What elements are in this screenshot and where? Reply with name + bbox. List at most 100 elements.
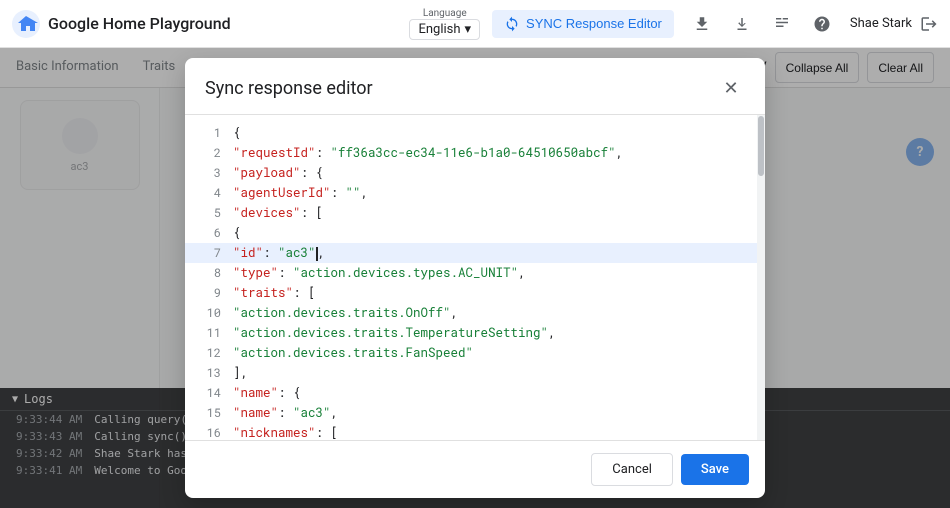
code-token: "agentUserId"	[233, 185, 331, 201]
code-token: "id"	[233, 245, 263, 261]
line-number: 8	[193, 263, 221, 283]
code-line: 10 "action.devices.traits.OnOff",	[185, 303, 757, 323]
line-content: "action.devices.traits.TemperatureSettin…	[233, 323, 749, 343]
code-token: : [	[301, 205, 324, 221]
top-nav: Google Home Playground Language English …	[0, 0, 950, 48]
app-title: Google Home Playground	[48, 14, 231, 33]
code-token: {	[233, 225, 241, 241]
code-line: 9 "traits": [	[185, 283, 757, 303]
line-content: "name": {	[233, 383, 749, 403]
code-token: : [	[293, 285, 316, 301]
code-token: :	[331, 185, 346, 201]
code-token: : {	[301, 165, 324, 181]
modal-close-button[interactable]: ✕	[717, 74, 745, 102]
line-content: "type": "action.devices.types.AC_UNIT",	[233, 263, 749, 283]
code-token: ,	[518, 265, 526, 281]
help-icon	[813, 15, 831, 33]
code-token: ,	[451, 305, 459, 321]
line-content: "name": "ac3",	[233, 403, 749, 423]
code-line: 1{	[185, 123, 757, 143]
code-line: 12 "action.devices.traits.FanSpeed"	[185, 343, 757, 363]
line-number: 2	[193, 143, 221, 163]
code-token: ,	[331, 405, 339, 421]
line-content: "devices": [	[233, 203, 749, 223]
code-line: 13],	[185, 363, 757, 383]
language-dropdown[interactable]: English ▾	[409, 19, 480, 40]
save-button[interactable]: Save	[681, 454, 749, 485]
code-token: "ac3"	[278, 245, 316, 261]
code-token: :	[263, 245, 278, 261]
download-icon-btn[interactable]	[726, 8, 758, 40]
line-number: 14	[193, 383, 221, 403]
code-line: 4 "agentUserId": "",	[185, 183, 757, 203]
chevron-down-icon: ▾	[465, 22, 472, 37]
code-token: ,	[318, 245, 326, 261]
language-label: Language	[423, 8, 467, 19]
code-token: ""	[346, 185, 361, 201]
code-token: : {	[278, 385, 301, 401]
code-token: "name"	[233, 385, 278, 401]
code-editor[interactable]: 1{2"requestId": "ff36a3cc-ec34-11e6-b1a0…	[185, 115, 757, 440]
line-number: 16	[193, 423, 221, 440]
sync-response-editor-button[interactable]: SYNC Response Editor	[492, 10, 674, 38]
line-number: 13	[193, 363, 221, 383]
line-number: 15	[193, 403, 221, 423]
notifications-icon-btn[interactable]	[766, 8, 798, 40]
export-icon	[693, 15, 711, 33]
code-line: 7 "id": "ac3",	[185, 243, 757, 263]
line-number: 11	[193, 323, 221, 343]
line-content: "action.devices.traits.OnOff",	[233, 303, 749, 323]
close-icon: ✕	[723, 78, 738, 99]
code-line: 5"devices": [	[185, 203, 757, 223]
code-line: 11 "action.devices.traits.TemperatureSett…	[185, 323, 757, 343]
code-token: : [	[316, 425, 339, 440]
sync-response-editor-modal: Sync response editor ✕ 1{2"requestId": "…	[185, 58, 765, 498]
code-token: "ff36a3cc-ec34-11e6-b1a0-64510650abcf"	[331, 145, 616, 161]
google-home-icon	[12, 10, 40, 38]
code-token: ],	[233, 365, 248, 381]
code-line: 8 "type": "action.devices.types.AC_UNIT",	[185, 263, 757, 283]
code-line: 6{	[185, 223, 757, 243]
code-token: ,	[361, 185, 369, 201]
code-token: "action.devices.traits.TemperatureSettin…	[233, 325, 548, 341]
line-number: 12	[193, 343, 221, 363]
line-number: 7	[193, 243, 221, 263]
cancel-button[interactable]: Cancel	[591, 453, 673, 486]
code-token: ,	[616, 145, 624, 161]
user-profile[interactable]: Shae Stark	[850, 15, 938, 33]
line-number: 4	[193, 183, 221, 203]
scrollbar-thumb	[758, 116, 764, 176]
language-selector[interactable]: Language English ▾	[409, 8, 480, 40]
code-token: "action.devices.traits.OnOff"	[233, 305, 451, 321]
line-content: "agentUserId": "",	[233, 183, 749, 203]
sync-btn-label: SYNC Response Editor	[526, 16, 662, 31]
code-token: "action.devices.types.AC_UNIT"	[293, 265, 518, 281]
line-number: 10	[193, 303, 221, 323]
line-number: 1	[193, 123, 221, 143]
line-content: "action.devices.traits.FanSpeed"	[233, 343, 749, 363]
line-content: ],	[233, 363, 749, 383]
line-number: 6	[193, 223, 221, 243]
modal-title: Sync response editor	[205, 78, 373, 99]
code-line: 2 "requestId": "ff36a3cc-ec34-11e6-b1a0-6…	[185, 143, 757, 163]
line-number: 3	[193, 163, 221, 183]
code-token: "traits"	[233, 285, 293, 301]
code-token: :	[278, 265, 293, 281]
logout-icon	[920, 15, 938, 33]
line-content: "traits": [	[233, 283, 749, 303]
editor-scrollbar[interactable]	[757, 115, 765, 440]
line-content: "nicknames": [	[233, 423, 749, 440]
code-token: "requestId"	[233, 145, 316, 161]
code-line: 16 "nicknames": [	[185, 423, 757, 440]
code-line: 15 "name": "ac3",	[185, 403, 757, 423]
modal-body: 1{2"requestId": "ff36a3cc-ec34-11e6-b1a0…	[185, 115, 765, 440]
code-token: :	[316, 145, 331, 161]
line-content: "requestId": "ff36a3cc-ec34-11e6-b1a0-64…	[233, 143, 749, 163]
modal-footer: Cancel Save	[185, 440, 765, 498]
help-icon-btn[interactable]	[806, 8, 838, 40]
code-token: "nicknames"	[233, 425, 316, 440]
code-token: "type"	[233, 265, 278, 281]
line-number: 9	[193, 283, 221, 303]
export-icon-btn[interactable]	[686, 8, 718, 40]
code-line: 14 "name": {	[185, 383, 757, 403]
